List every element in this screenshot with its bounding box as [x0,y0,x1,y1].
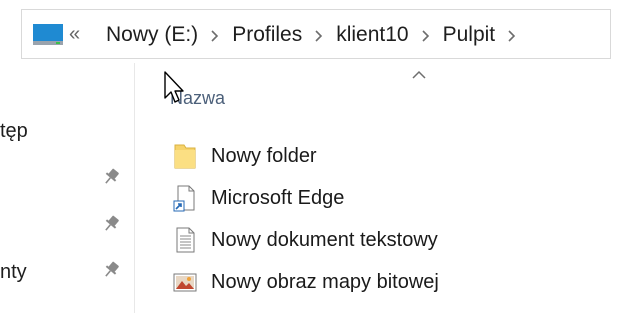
file-name[interactable]: Nowy obraz mapy bitowej [211,271,439,294]
breadcrumb-chevron-icon[interactable] [409,27,443,44]
breadcrumb-item-user[interactable]: klient10 [336,23,408,47]
breadcrumb-item-drive[interactable]: Nowy (E:) [106,23,198,47]
pin-icon [105,261,119,277]
nav-item-label[interactable]: tęp [0,120,28,143]
nav-item-label[interactable]: nty [0,261,27,284]
pin-icon [105,168,119,184]
file-name[interactable]: Nowy dokument tekstowy [211,229,438,252]
breadcrumb-chevron-icon[interactable] [302,27,336,44]
file-name[interactable]: Microsoft Edge [211,187,344,210]
address-bar[interactable]: « Nowy (E:) Profiles klient10 Pulpit [21,9,611,59]
folder-icon [174,144,196,169]
mouse-cursor-icon [164,71,184,103]
text-document-icon [176,227,195,253]
list-item[interactable]: Nowy folder [170,138,317,174]
drive-icon [33,24,63,45]
list-item[interactable]: Nowy dokument tekstowy [170,222,438,258]
sort-ascending-icon[interactable] [410,68,428,80]
breadcrumb-overflow-button[interactable]: « [69,22,80,46]
breadcrumb-chevron-icon[interactable] [198,27,232,44]
list-item[interactable]: Nowy obraz mapy bitowej [170,264,439,300]
pane-divider[interactable] [134,63,135,313]
breadcrumb-item-desktop[interactable]: Pulpit [443,23,496,47]
pin-icon [105,215,119,231]
breadcrumb: Nowy (E:) Profiles klient10 Pulpit [106,23,529,47]
list-item[interactable]: Microsoft Edge [170,180,344,216]
bitmap-image-icon [173,273,197,292]
breadcrumb-chevron-icon[interactable] [495,27,529,44]
file-name[interactable]: Nowy folder [211,145,317,168]
breadcrumb-item-profiles[interactable]: Profiles [232,23,302,47]
shortcut-icon [173,185,195,212]
